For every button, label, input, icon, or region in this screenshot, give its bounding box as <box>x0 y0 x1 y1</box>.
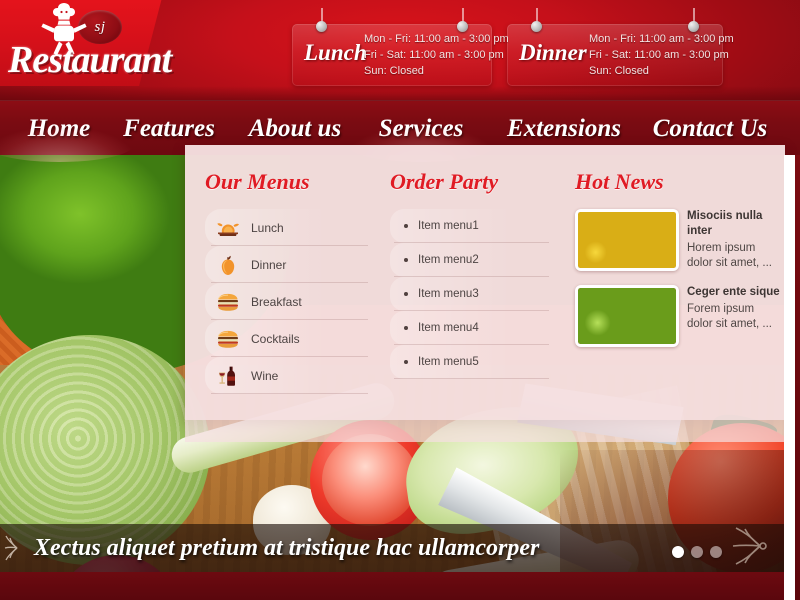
slider-dots[interactable] <box>672 546 722 558</box>
pin-icon <box>531 8 542 34</box>
dropdown-column-hot-news: Hot News Misociis nulla inter Horem ipsu… <box>565 169 780 420</box>
hours-card-dinner: Dinner Mon - Fri: 11:00 am - 3:00 pm Fri… <box>507 8 734 86</box>
hours-card-lunch: Lunch Mon - Fri: 11:00 am - 3:00 pm Fri … <box>292 8 509 86</box>
wine-bottle-icon <box>219 366 235 386</box>
order-item-2[interactable]: Item menu2 <box>390 243 565 277</box>
hours-title: Lunch <box>304 40 367 65</box>
services-dropdown-panel: Our Menus Lunch Dinner Breakfast Cocktai… <box>185 145 785 442</box>
dropdown-column-order-party: Order Party Item menu1 Item menu2 Item m… <box>380 169 565 420</box>
hours-line: Sun: Closed <box>589 65 649 77</box>
hours-line: Fri - Sat: 11:00 am - 3:00 pm <box>364 49 504 61</box>
hours-line: Fri - Sat: 11:00 am - 3:00 pm <box>589 49 729 61</box>
hours-line: Sun: Closed <box>364 65 424 77</box>
pin-icon <box>316 8 327 34</box>
news-title: Ceger ente sique <box>687 286 780 298</box>
news-title: Misociis nulla inter <box>687 210 763 237</box>
menu-item-lunch[interactable]: Lunch <box>205 209 380 246</box>
order-item-label: Item menu2 <box>418 254 479 266</box>
nav-item-home[interactable]: Home <box>0 101 118 156</box>
footer-bar <box>0 572 800 600</box>
menu-item-label: Wine <box>251 368 279 383</box>
hours-line: Mon - Fri: 11:00 am - 3:00 pm <box>589 33 734 45</box>
hours-lines: Mon - Fri: 11:00 am - 3:00 pm Fri - Sat:… <box>364 31 509 79</box>
bullet-icon <box>404 258 408 262</box>
slider-dot-3[interactable] <box>710 546 722 558</box>
menu-item-label: Breakfast <box>251 294 302 309</box>
burger-icon <box>218 330 238 348</box>
order-item-1[interactable]: Item menu1 <box>390 209 565 243</box>
news-thumbnail <box>575 285 679 347</box>
column-title-order-party: Order Party <box>390 169 499 194</box>
roast-turkey-icon <box>217 222 239 236</box>
order-item-3[interactable]: Item menu3 <box>390 277 565 311</box>
page-right-frame <box>784 155 800 600</box>
bullet-icon <box>404 360 408 364</box>
hours-line: Mon - Fri: 11:00 am - 3:00 pm <box>364 33 509 45</box>
apple-icon <box>221 255 235 275</box>
filigree-ornament-icon <box>4 535 18 561</box>
menu-item-dinner[interactable]: Dinner <box>205 246 380 283</box>
menu-item-label: Dinner <box>251 257 287 272</box>
restaurant-homepage: sj Restaurant Lunch Mon - Fri: 11:00 am … <box>0 0 800 600</box>
filigree-ornament-icon <box>732 527 767 565</box>
menu-item-label: Cocktails <box>251 331 300 346</box>
order-item-5[interactable]: Item menu5 <box>390 345 565 379</box>
site-header: sj Restaurant Lunch Mon - Fri: 11:00 am … <box>0 0 800 100</box>
bullet-icon <box>404 326 408 330</box>
news-item-2[interactable]: Ceger ente sique Forem ipsum dolor sit a… <box>575 285 780 347</box>
order-item-label: Item menu3 <box>418 288 479 300</box>
slider-dot-1[interactable] <box>672 546 684 558</box>
menu-item-cocktails[interactable]: Cocktails <box>205 320 380 357</box>
burger-icon <box>218 293 238 311</box>
news-item-1[interactable]: Misociis nulla inter Horem ipsum dolor s… <box>575 209 780 271</box>
menu-item-breakfast[interactable]: Breakfast <box>205 283 380 320</box>
column-title-our-menus: Our Menus <box>205 169 310 194</box>
hours-lines: Mon - Fri: 11:00 am - 3:00 pm Fri - Sat:… <box>589 31 734 79</box>
news-body: Horem ipsum dolor sit amet, ... <box>687 242 773 269</box>
order-item-label: Item menu5 <box>418 356 479 368</box>
menu-item-label: Lunch <box>251 220 284 235</box>
order-item-label: Item menu4 <box>418 322 479 334</box>
logo-wordmark: Restaurant <box>8 39 172 81</box>
order-item-label: Item menu1 <box>418 220 479 232</box>
slider-dot-2[interactable] <box>691 546 703 558</box>
order-item-4[interactable]: Item menu4 <box>390 311 565 345</box>
news-thumbnail <box>575 209 679 271</box>
menu-item-wine[interactable]: Wine <box>205 357 380 394</box>
hero-caption-text: Xectus aliquet pretium at tristique hac … <box>34 534 540 561</box>
hours-title: Dinner <box>519 40 587 65</box>
column-title-hot-news: Hot News <box>575 169 664 194</box>
bullet-icon <box>404 292 408 296</box>
dropdown-column-menus: Our Menus Lunch Dinner Breakfast Cocktai… <box>185 169 380 420</box>
bullet-icon <box>404 224 408 228</box>
news-body: Forem ipsum dolor sit amet, ... <box>687 303 773 330</box>
